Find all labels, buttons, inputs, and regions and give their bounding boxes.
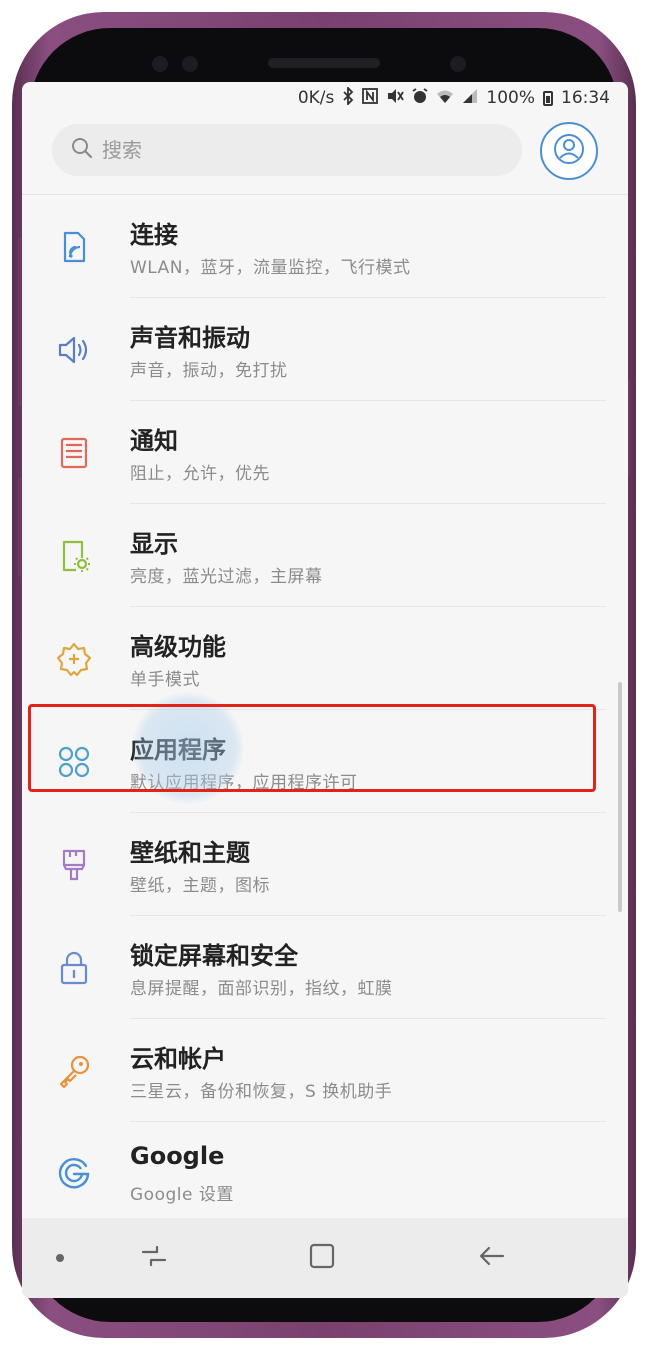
settings-item-subtitle: Google 设置 (130, 1185, 234, 1205)
settings-item-google[interactable]: Google Google 设置 (22, 1122, 628, 1225)
battery-icon (543, 90, 553, 106)
settings-item-display[interactable]: 显示 亮度，蓝光过滤，主屏幕 (22, 504, 628, 607)
google-icon (52, 1152, 96, 1196)
settings-item-lockscreen[interactable]: 锁定屏幕和安全 息屏提醒，面部识别，指纹，虹膜 (22, 916, 628, 1019)
settings-item-title: 通知 (130, 427, 178, 455)
clock: 16:34 (561, 88, 610, 108)
advanced-features-icon (52, 637, 96, 681)
settings-item-subtitle: 亮度，蓝光过滤，主屏幕 (130, 567, 323, 587)
settings-item-subtitle: 默认应用程序，应用程序许可 (130, 773, 358, 793)
home-button[interactable] (304, 1240, 340, 1276)
search-input[interactable] (102, 138, 482, 162)
search-icon (70, 136, 94, 164)
navigation-bar (22, 1218, 628, 1298)
settings-item-subtitle: 三星云，备份和恢复，S 换机助手 (130, 1082, 393, 1102)
back-icon (477, 1244, 507, 1272)
sensor (152, 56, 168, 72)
settings-item-advanced[interactable]: 高级功能 单手模式 (22, 607, 628, 710)
scrollbar[interactable] (618, 682, 622, 912)
settings-item-wallpaper[interactable]: 壁纸和主题 壁纸，主题，图标 (22, 813, 628, 916)
signal-icon (462, 88, 478, 108)
notification-icon (52, 431, 96, 475)
profile-button[interactable] (540, 122, 598, 180)
earpiece (268, 58, 380, 68)
settings-item-subtitle: 息屏提醒，面部识别，指纹，虹膜 (130, 979, 393, 999)
settings-item-subtitle: WLAN，蓝牙，流量监控，飞行模式 (130, 258, 411, 278)
settings-item-title: 声音和振动 (130, 324, 250, 352)
settings-item-title: 壁纸和主题 (130, 839, 250, 867)
recents-icon (139, 1244, 169, 1272)
brush-icon (52, 843, 96, 887)
bluetooth-icon (342, 85, 354, 109)
mute-icon (386, 88, 405, 108)
settings-item-subtitle: 声音，振动，免打扰 (130, 361, 288, 381)
settings-item-title: Google (130, 1142, 225, 1170)
sensor (182, 56, 198, 72)
alarm-icon (412, 88, 428, 108)
connections-icon (52, 225, 96, 269)
wifi-icon (436, 88, 454, 108)
key-icon (52, 1049, 96, 1093)
lock-icon (52, 946, 96, 990)
profile-icon (552, 132, 586, 170)
settings-item-title: 连接 (130, 221, 178, 249)
settings-item-notifications[interactable]: 通知 阻止，允许，优先 (22, 401, 628, 504)
speaker-icon (52, 328, 96, 372)
settings-item-sound[interactable]: 声音和振动 声音，振动，免打扰 (22, 298, 628, 401)
settings-screen: 0K/s 100% 16:34 搜索 连接 WLAN，蓝牙，流量监控，飞行模式 … (22, 82, 628, 1298)
settings-item-apps[interactable]: 应用程序 默认应用程序，应用程序许可 (22, 710, 628, 813)
settings-item-title: 高级功能 (130, 633, 226, 661)
network-speed: 0K/s (297, 88, 335, 108)
settings-item-cloud[interactable]: 云和帐户 三星云，备份和恢复，S 换机助手 (22, 1019, 628, 1122)
battery-percent: 100% (486, 88, 535, 108)
recents-button[interactable] (136, 1240, 172, 1276)
settings-item-title: 显示 (130, 530, 178, 558)
settings-item-subtitle: 壁纸，主题，图标 (130, 876, 270, 896)
nfc-icon (362, 88, 379, 108)
settings-item-title: 云和帐户 (130, 1045, 226, 1073)
display-icon (52, 534, 96, 578)
status-bar: 0K/s 100% 16:34 (22, 82, 628, 114)
settings-item-subtitle: 单手模式 (130, 670, 200, 690)
settings-list: 连接 WLAN，蓝牙，流量监控，飞行模式 声音和振动 声音，振动，免打扰 通知 … (22, 195, 628, 1225)
back-button[interactable] (474, 1240, 510, 1276)
settings-item-title: 锁定屏幕和安全 (130, 942, 298, 970)
settings-item-title: 应用程序 (130, 736, 226, 764)
front-camera (450, 56, 466, 72)
keyboard-dot (56, 1254, 64, 1262)
settings-item-subtitle: 阻止，允许，优先 (130, 464, 270, 484)
home-icon (308, 1242, 336, 1274)
settings-item-connections[interactable]: 连接 WLAN，蓝牙，流量监控，飞行模式 (22, 195, 628, 298)
search-bar[interactable] (52, 124, 522, 176)
apps-icon (52, 740, 96, 784)
search-row (22, 118, 628, 188)
